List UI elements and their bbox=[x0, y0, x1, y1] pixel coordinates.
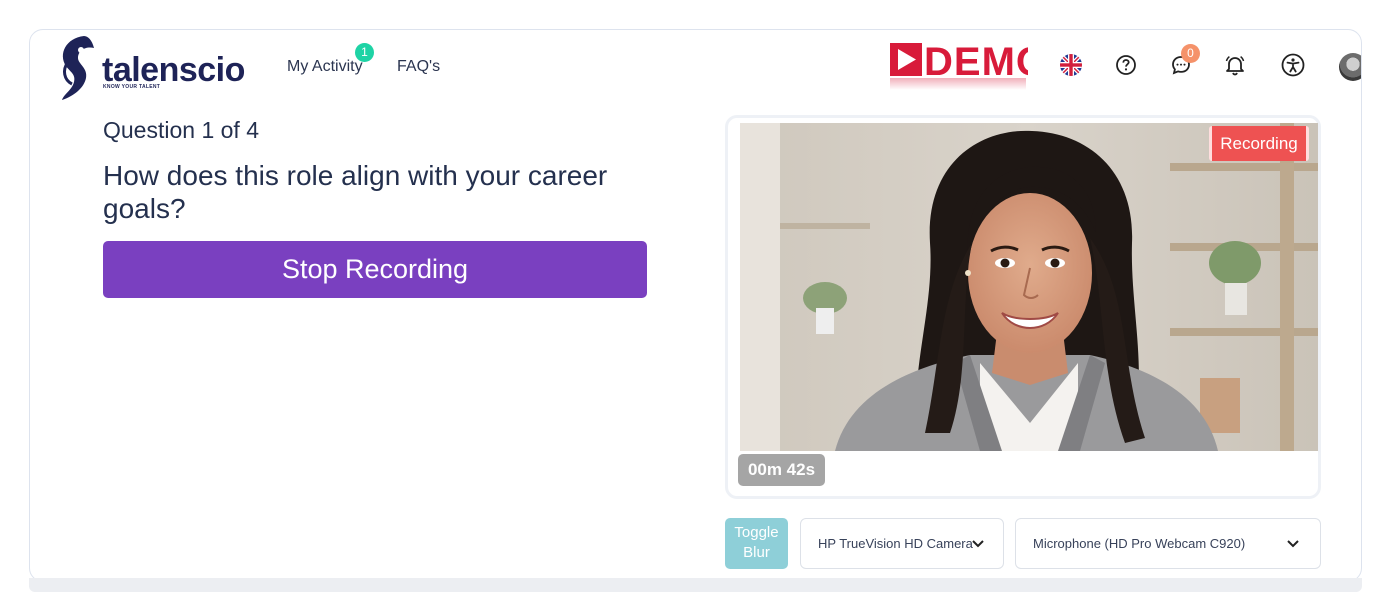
chat-count-badge: 0 bbox=[1181, 44, 1200, 63]
accessibility-icon[interactable] bbox=[1280, 52, 1306, 78]
demo-logo: DEMO bbox=[890, 40, 1028, 90]
recording-badge: Recording bbox=[1209, 126, 1309, 161]
question-counter: Question 1 of 4 bbox=[103, 117, 259, 143]
activity-count-badge: 1 bbox=[355, 43, 374, 62]
help-icon[interactable] bbox=[1113, 52, 1139, 78]
card-shadow bbox=[29, 578, 1362, 592]
microphone-select[interactable]: Microphone (HD Pro Webcam C920) bbox=[1015, 518, 1321, 569]
nav-my-activity[interactable]: My Activity bbox=[287, 58, 363, 76]
microphone-select-value: Microphone (HD Pro Webcam C920) bbox=[1033, 536, 1246, 551]
video-panel bbox=[725, 115, 1321, 499]
question-text: How does this role align with your caree… bbox=[103, 160, 608, 224]
toggle-blur-button[interactable]: Toggle Blur bbox=[725, 518, 788, 569]
talenscio-logo[interactable]: talenscio KNOW YOUR TALENT bbox=[54, 32, 245, 102]
chevron-down-icon bbox=[972, 540, 984, 548]
logo-tagline: KNOW YOUR TALENT bbox=[103, 84, 161, 90]
logo-mark-icon bbox=[62, 36, 94, 100]
main-card: talenscio KNOW YOUR TALENT My Activity 1… bbox=[29, 29, 1362, 582]
logo-text: talenscio bbox=[102, 51, 245, 89]
camera-preview bbox=[740, 123, 1318, 451]
demo-text: DEMO bbox=[924, 40, 1028, 84]
camera-select[interactable]: HP TrueVision HD Camera bbox=[800, 518, 1004, 569]
recording-timer: 00m 42s bbox=[738, 454, 825, 486]
uk-flag-icon[interactable] bbox=[1058, 52, 1084, 78]
bell-icon[interactable] bbox=[1222, 52, 1248, 78]
stop-recording-button[interactable]: Stop Recording bbox=[103, 241, 647, 298]
chevron-down-icon bbox=[1287, 540, 1299, 548]
user-avatar[interactable] bbox=[1339, 53, 1361, 81]
camera-select-value: HP TrueVision HD Camera bbox=[818, 536, 973, 551]
nav-faq[interactable]: FAQ's bbox=[397, 58, 440, 76]
